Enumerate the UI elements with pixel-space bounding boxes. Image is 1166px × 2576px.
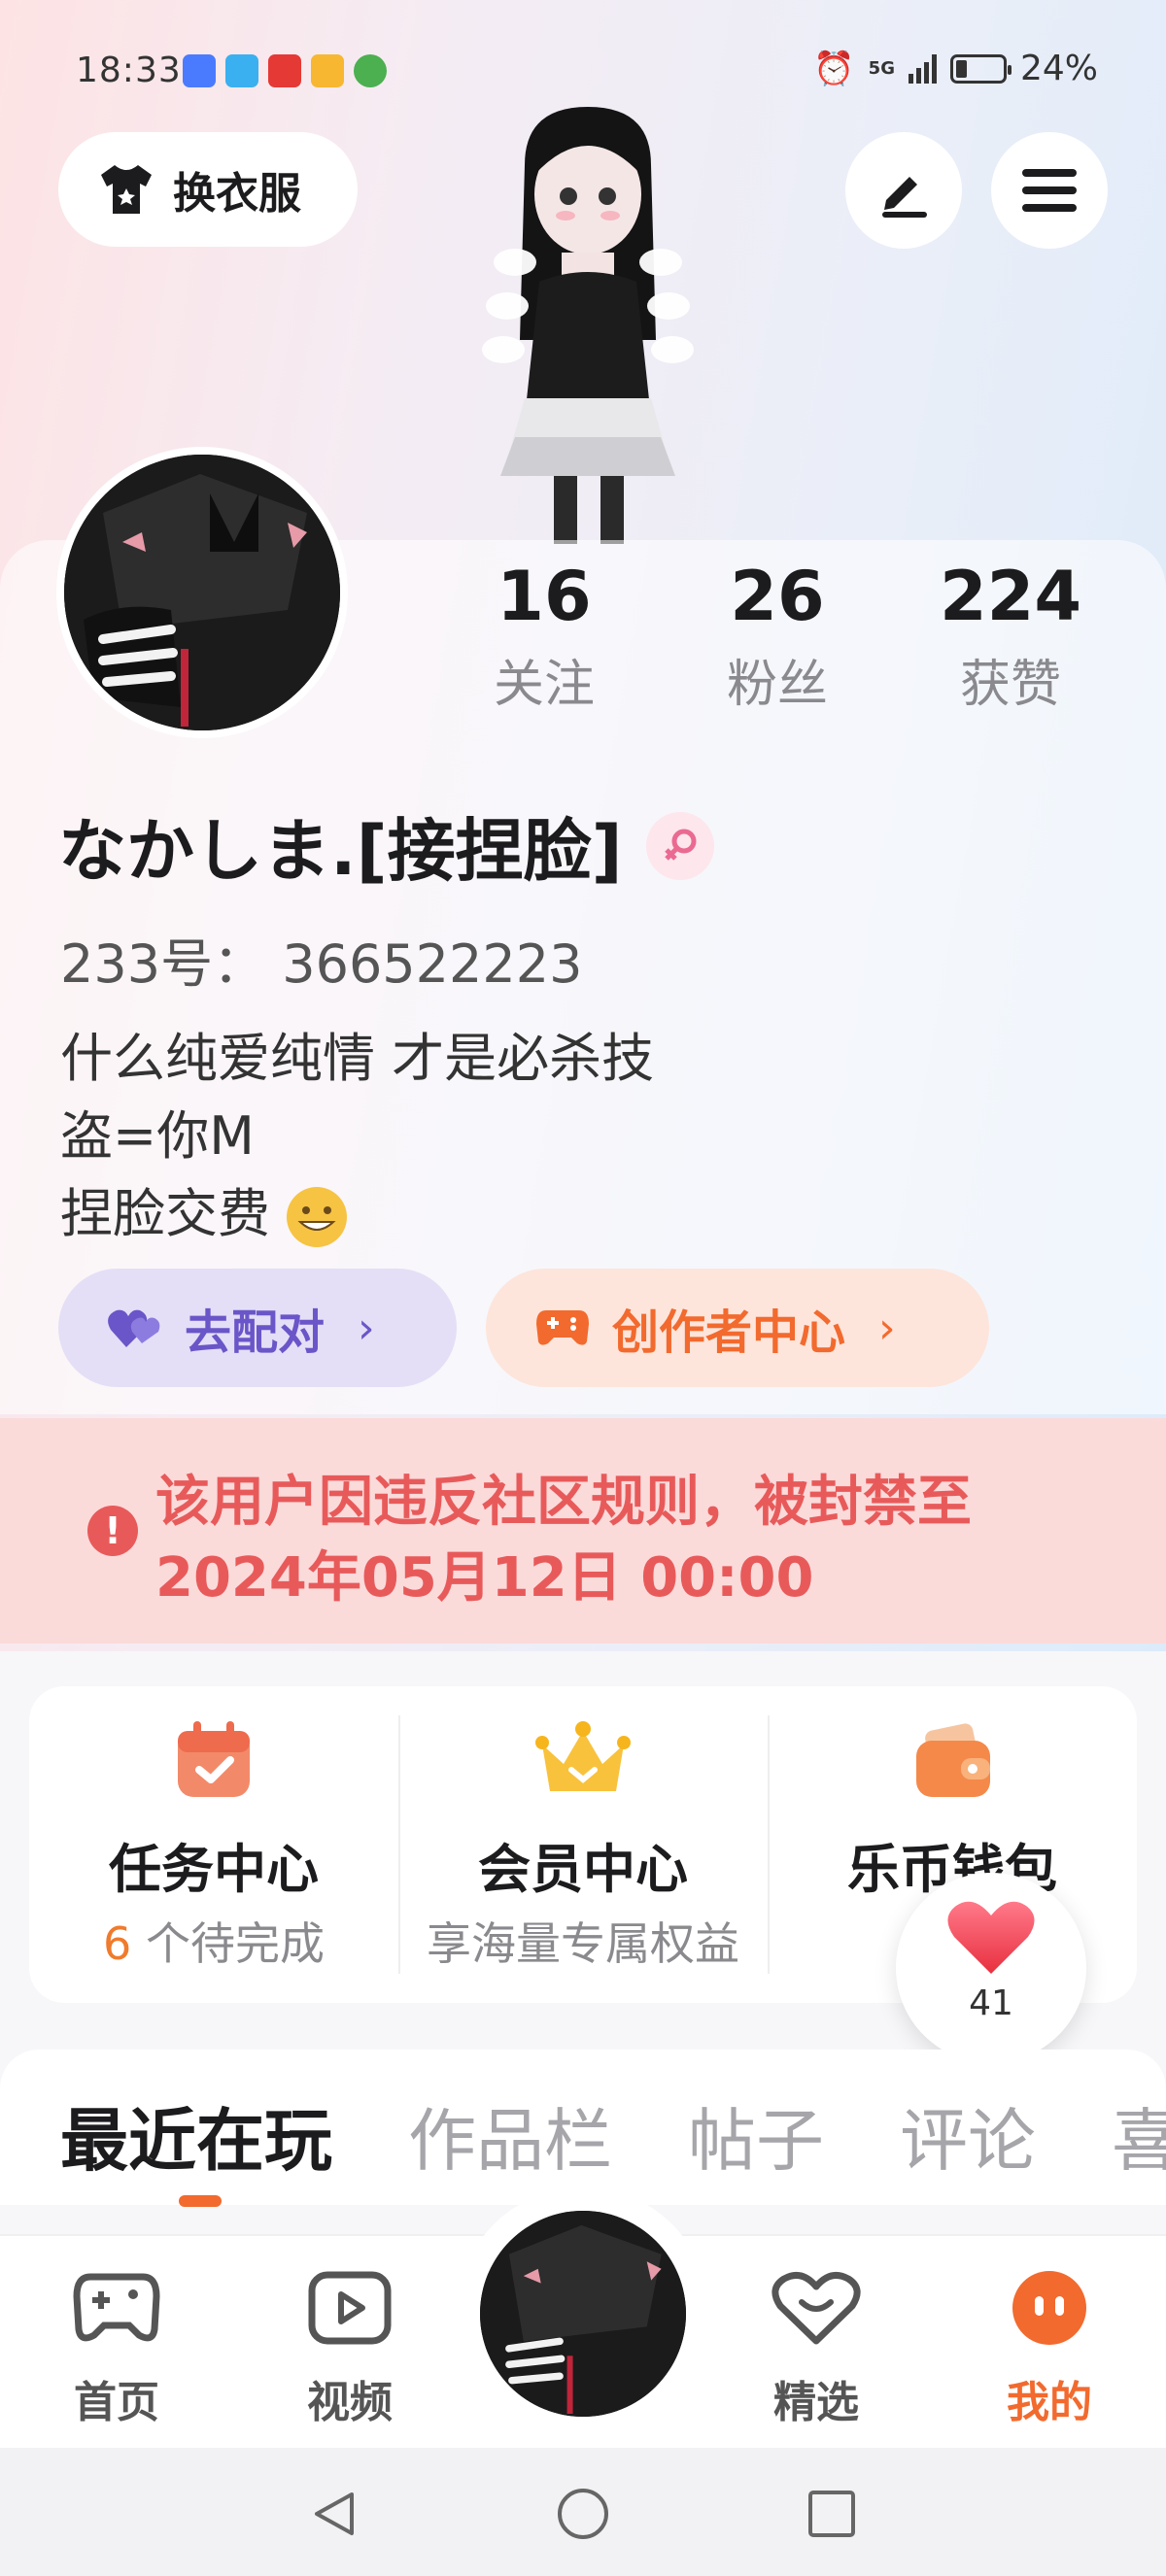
signal-icon bbox=[908, 53, 937, 84]
change-outfit-label: 换衣服 bbox=[173, 169, 301, 219]
pending-task-label: 个待完成 bbox=[131, 1917, 325, 1970]
grin-emoji-icon bbox=[287, 1187, 348, 1248]
hamburger-menu-icon bbox=[1022, 169, 1077, 212]
globe-notification-icon bbox=[354, 54, 387, 87]
menu-button[interactable] bbox=[991, 132, 1108, 249]
pending-task-count: 6 bbox=[103, 1917, 132, 1970]
face-profile-icon bbox=[1012, 2271, 1086, 2345]
task-center-title: 任务中心 bbox=[109, 1839, 319, 1900]
tab-comments[interactable]: 评论 bbox=[900, 2086, 1036, 2185]
tab-works[interactable]: 作品栏 bbox=[408, 2086, 612, 2185]
profile-tabs-viewport: 最近在玩 作品栏 帖子 评论 喜 bbox=[0, 2050, 1166, 2205]
crown-icon bbox=[535, 1721, 631, 1791]
followers-count: 26 bbox=[730, 557, 825, 636]
like-count: 41 bbox=[969, 1983, 1013, 2023]
match-button[interactable]: 去配对 › bbox=[58, 1269, 457, 1387]
ban-notice-line1: 该用户因违反社区规则，被封禁至 bbox=[155, 1471, 972, 1534]
nav-mine-label: 我的 bbox=[1007, 2378, 1092, 2427]
wallet-icon bbox=[916, 1723, 990, 1797]
game-notification-icon bbox=[268, 54, 301, 87]
recents-square-icon[interactable] bbox=[806, 2489, 857, 2539]
tab-likes[interactable]: 喜 bbox=[1112, 2086, 1166, 2185]
vip-center-title: 会员中心 bbox=[478, 1839, 688, 1900]
status-app-icons bbox=[183, 54, 387, 87]
gallery-notification-icon bbox=[311, 54, 344, 87]
username: なかしま.[接捏脸] bbox=[58, 811, 623, 891]
nav-video-label: 视频 bbox=[307, 2378, 393, 2427]
nav-mine[interactable]: 我的 bbox=[972, 2269, 1127, 2429]
calendar-check-icon bbox=[178, 1721, 250, 1797]
home-circle-icon[interactable] bbox=[556, 2487, 610, 2541]
hearts-icon bbox=[108, 1309, 160, 1347]
active-tab-indicator bbox=[179, 2195, 222, 2207]
vip-center-entry[interactable]: 会员中心 享海量专属权益 bbox=[398, 1686, 768, 2003]
bio-line-with-emoji: 捏脸交费 bbox=[60, 1175, 654, 1253]
gamepad-icon bbox=[536, 1310, 589, 1345]
ban-notice-line2: 2024年05月12日 00:00 bbox=[155, 1546, 814, 1610]
likes-count: 224 bbox=[939, 557, 1082, 636]
stat-followers[interactable]: 26 粉丝 bbox=[661, 556, 894, 716]
network-label: 5G bbox=[868, 57, 895, 79]
battery-icon bbox=[949, 53, 1012, 84]
tshirt-icon bbox=[101, 165, 152, 214]
heart-chat-icon bbox=[772, 2271, 861, 2345]
tab-recently-played[interactable]: 最近在玩 bbox=[60, 2086, 332, 2185]
avatar-image bbox=[64, 455, 340, 730]
bio-line: 捏脸交费 bbox=[60, 1183, 270, 1244]
pencil-icon bbox=[882, 177, 927, 218]
bio: 什么纯爱纯情 才是必杀技 盗=你M 捏脸交费 bbox=[60, 1020, 654, 1253]
username-row: なかしま.[接捏脸] bbox=[58, 797, 714, 895]
user-id[interactable]: 233号： 366522223 bbox=[60, 921, 582, 998]
following-count: 16 bbox=[497, 557, 592, 636]
profile-tabs: 最近在玩 作品栏 帖子 评论 喜 bbox=[60, 2086, 1166, 2185]
stat-likes[interactable]: 224 获赞 bbox=[894, 556, 1127, 716]
gamepad-nav-icon bbox=[73, 2273, 160, 2342]
nav-avatar-image bbox=[480, 2211, 686, 2417]
warning-icon: ! bbox=[87, 1506, 138, 1556]
nav-home[interactable]: 首页 bbox=[39, 2269, 194, 2429]
nav-avatar-center[interactable] bbox=[457, 2187, 709, 2440]
edit-profile-button[interactable] bbox=[845, 132, 962, 249]
bio-line: 什么纯爱纯情 才是必杀技 bbox=[60, 1028, 655, 1089]
female-gender-icon bbox=[645, 811, 714, 880]
system-navigation-bar bbox=[0, 2448, 1166, 2576]
vip-center-subtitle: 享海量专属权益 bbox=[427, 1917, 739, 1970]
play-video-icon bbox=[308, 2271, 392, 2345]
app-notification-icon bbox=[183, 54, 216, 87]
floating-like-button[interactable]: 41 bbox=[896, 1873, 1086, 2063]
task-center-subtitle: 6 个待完成 bbox=[29, 1909, 398, 1973]
ban-notice-banner: 该用户因违反社区规则，被封禁至 2024年05月12日 00:00 bbox=[0, 1418, 1166, 1644]
tab-posts[interactable]: 帖子 bbox=[688, 2086, 824, 2185]
creator-center-label: 创作者中心 bbox=[612, 1305, 846, 1360]
stat-following[interactable]: 16 关注 bbox=[428, 556, 661, 716]
battery-percent: 24% bbox=[1019, 49, 1098, 88]
followers-label: 粉丝 bbox=[726, 656, 828, 714]
status-right: ⏰ 5G 24% bbox=[813, 49, 1098, 88]
nav-home-label: 首页 bbox=[74, 2378, 159, 2427]
nav-featured[interactable]: 精选 bbox=[738, 2269, 894, 2429]
likes-label: 获赞 bbox=[959, 656, 1061, 714]
heart-icon bbox=[947, 1901, 1035, 1974]
chevron-right-icon: › bbox=[878, 1303, 896, 1353]
creator-center-button[interactable]: 创作者中心 › bbox=[486, 1269, 989, 1387]
following-label: 关注 bbox=[493, 656, 595, 714]
change-outfit-button[interactable]: 换衣服 bbox=[58, 132, 358, 247]
bio-line: 盗=你M bbox=[60, 1105, 255, 1167]
task-center-entry[interactable]: 任务中心 6 个待完成 bbox=[29, 1686, 398, 2003]
match-label: 去配对 bbox=[185, 1305, 326, 1360]
avatar-character-figure[interactable] bbox=[457, 107, 719, 544]
profile-stats: 16 关注 26 粉丝 224 获赞 bbox=[428, 556, 1127, 716]
alarm-icon: ⏰ bbox=[813, 49, 855, 88]
profile-avatar[interactable] bbox=[56, 447, 348, 738]
chevron-right-icon: › bbox=[358, 1303, 375, 1353]
chat-notification-icon bbox=[225, 54, 258, 87]
nav-video[interactable]: 视频 bbox=[272, 2269, 428, 2429]
status-time: 18:33 bbox=[76, 51, 182, 90]
back-triangle-icon[interactable] bbox=[309, 2489, 360, 2539]
nav-featured-label: 精选 bbox=[773, 2378, 859, 2427]
